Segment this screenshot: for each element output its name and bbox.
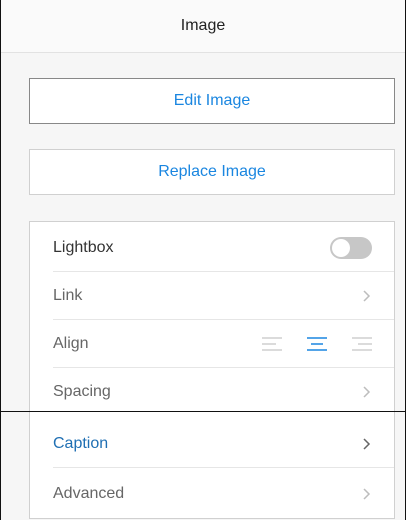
separator-line [0, 411, 406, 412]
align-label: Align [53, 335, 89, 352]
image-settings-panel: Image Edit Image Replace Image Lightbox … [0, 0, 406, 520]
spacing-row[interactable]: Spacing [30, 368, 394, 416]
edit-image-label: Edit Image [173, 92, 251, 109]
panel-title: Image [180, 17, 226, 34]
advanced-row[interactable]: Advanced [30, 470, 394, 518]
chevron-right-icon [362, 289, 372, 303]
align-left-icon[interactable] [262, 336, 284, 352]
caption-label: Caption [53, 435, 109, 452]
spacing-label: Spacing [53, 383, 111, 400]
link-row[interactable]: Link [30, 272, 394, 320]
replace-image-button[interactable]: Replace Image [29, 149, 395, 195]
replace-image-label: Replace Image [158, 163, 266, 180]
advanced-label: Advanced [53, 485, 125, 502]
lightbox-label: Lightbox [53, 239, 114, 256]
align-right-icon[interactable] [350, 336, 372, 352]
lightbox-toggle[interactable] [330, 237, 372, 259]
chevron-right-icon [362, 437, 372, 451]
link-label: Link [53, 287, 83, 304]
caption-row[interactable]: Caption [30, 420, 394, 468]
image-settings-list: Lightbox Link Align Spacing Caption Adva… [29, 221, 395, 519]
align-row: Align [30, 320, 394, 368]
align-center-icon[interactable] [306, 336, 328, 352]
chevron-right-icon [362, 385, 372, 399]
chevron-right-icon [362, 487, 372, 501]
toggle-knob [332, 239, 350, 257]
row-divider [53, 467, 394, 468]
align-options [262, 336, 372, 352]
lightbox-row: Lightbox [30, 224, 394, 272]
panel-header: Image [1, 0, 405, 53]
edit-image-button[interactable]: Edit Image [29, 78, 395, 124]
